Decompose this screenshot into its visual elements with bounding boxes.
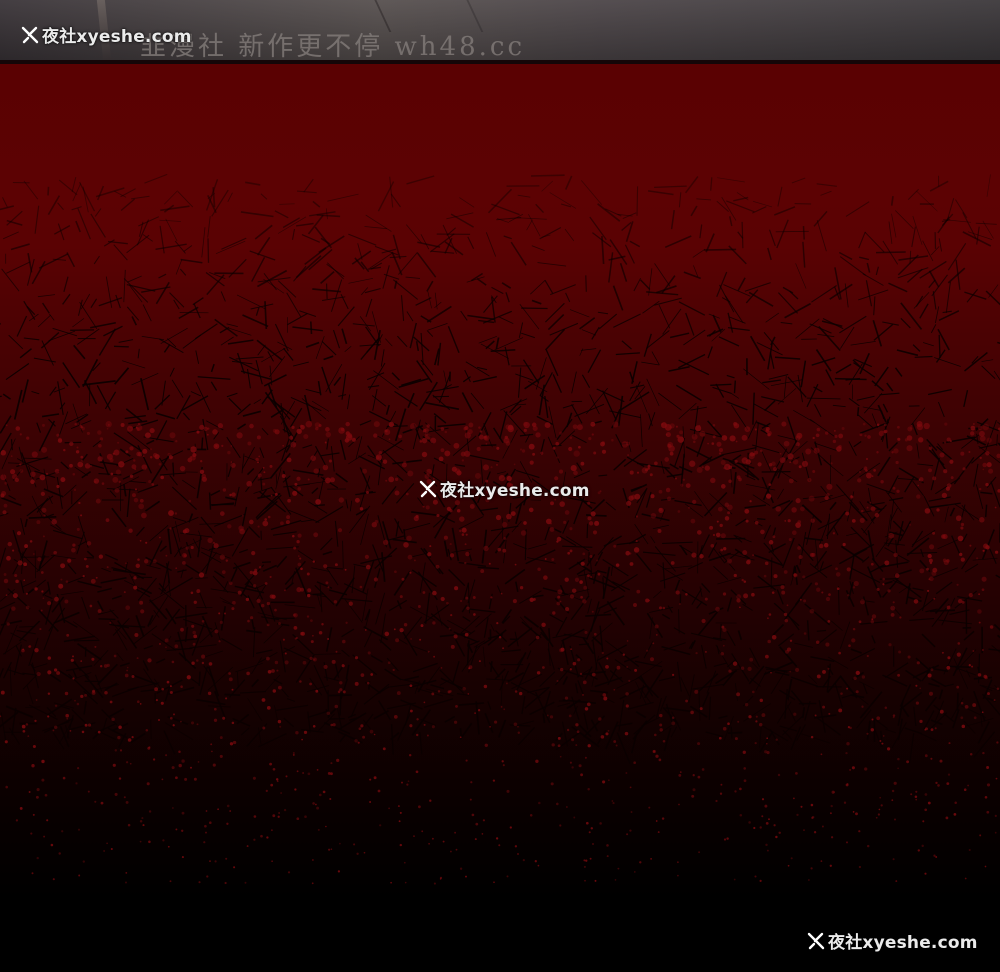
- x-logo-icon: [21, 26, 39, 43]
- x-logo-icon: [419, 480, 437, 497]
- watermark-bottom-right: 夜社xyeshe.com: [806, 928, 978, 953]
- promo-watermark: 韭漫社 新作更不停 wh48.cc: [140, 32, 526, 62]
- watermark-top-left: 夜社xyeshe.com: [20, 22, 192, 47]
- comic-panel: 韭漫社 新作更不停 wh48.cc 夜社xyeshe.com 夜社xyeshe.…: [0, 0, 1000, 972]
- x-logo-icon: [807, 932, 825, 949]
- watermark-text: 夜社xyeshe.com: [42, 27, 192, 47]
- watermark-text: 夜社xyeshe.com: [828, 933, 978, 953]
- watermark-text: 夜社xyeshe.com: [440, 481, 590, 501]
- crack-lines: [0, 173, 1000, 765]
- watermark-center: 夜社xyeshe.com: [418, 476, 590, 501]
- crack-texture: [0, 173, 1000, 885]
